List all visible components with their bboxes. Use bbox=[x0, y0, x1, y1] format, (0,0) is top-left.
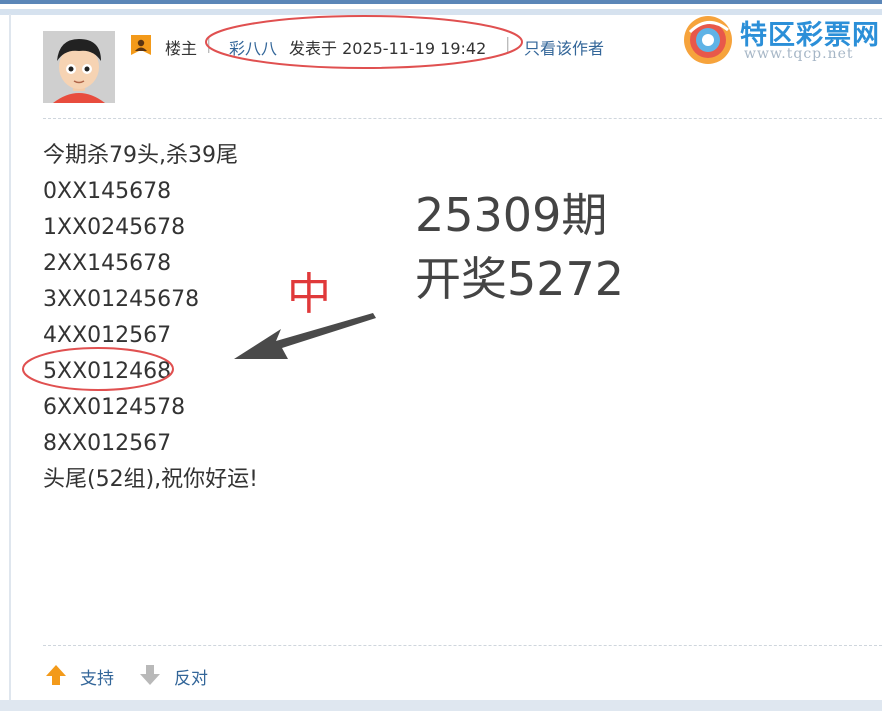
divider bbox=[43, 645, 882, 646]
support-arrow-icon[interactable] bbox=[44, 663, 68, 687]
annotation-overlay bbox=[22, 15, 523, 391]
oppose-arrow-icon[interactable] bbox=[138, 663, 162, 687]
support-button[interactable]: 支持 bbox=[80, 664, 114, 689]
hit-line-highlight-ellipse bbox=[22, 347, 174, 391]
header-highlight-ellipse bbox=[205, 15, 523, 69]
bottom-border bbox=[0, 700, 882, 711]
oppose-button[interactable]: 反对 bbox=[174, 664, 208, 689]
arrow-icon bbox=[234, 313, 376, 359]
